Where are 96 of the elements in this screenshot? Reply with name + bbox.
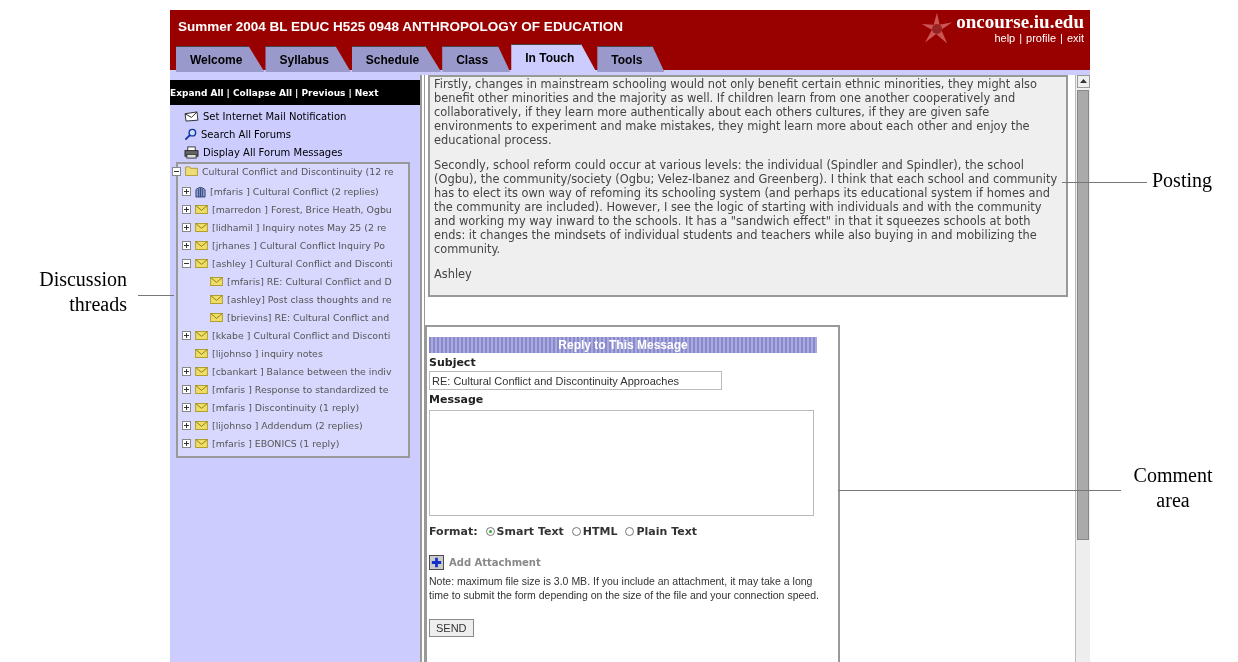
collapse-toggle[interactable]	[182, 258, 191, 268]
envelope-icon	[195, 438, 208, 448]
thread-item[interactable]: [mfaris] RE: Cultural Conflict and D	[227, 275, 392, 287]
posting-paragraph: Ashley	[434, 267, 473, 281]
forum-item[interactable]: Cultural Conflict and Discontinuity (12 re	[202, 165, 394, 177]
radio-label: HTML	[582, 525, 618, 538]
envelope-icon	[195, 240, 208, 250]
scroll-up-icon[interactable]	[1076, 75, 1090, 88]
tab[interactable]: Tools	[597, 46, 665, 72]
envelope-icon	[210, 276, 223, 286]
envelope-icon	[195, 258, 208, 268]
printer-icon	[184, 146, 199, 159]
course-title: Summer 2004 BL EDUC H525 0948 ANTHROPOLOGY OF EDUCATION	[178, 19, 624, 36]
link-separator: |	[1019, 32, 1023, 44]
form-header: Reply to This Message	[429, 337, 817, 353]
send-button[interactable]: SEND	[429, 619, 474, 637]
thread-item[interactable]: [marredon ] Forest, Brice Heath, Ogbu	[212, 203, 392, 215]
expand-toggle[interactable]	[182, 204, 191, 214]
link-separator: |	[226, 87, 230, 98]
callout-label: Comment area	[1132, 463, 1214, 513]
envelope-icon	[195, 348, 208, 358]
envelope-icon	[195, 204, 208, 214]
attachment-icon[interactable]	[429, 555, 444, 570]
thread-item[interactable]: [mfaris ] Response to standardized te	[212, 383, 389, 395]
sidebar-link[interactable]: Set Internet Mail Notification	[203, 111, 347, 122]
thread-item[interactable]: [ashley ] Cultural Conflict and Disconti	[212, 257, 393, 269]
posting-paragraph: Secondly, school reform could occur at various levels: the individual (Spindler and Spindler), the school (Ogbu), the community/society (Ogbu; Velez-Ibanez and Greenberg). I think that each school and community has to elect its own way of refoming its schooling system (and perhaps its educational system if homes and the community are included). However, I see the logic of starting with individuals and with the community and working my way inward to the schools. It has a "sandwich effect" in that it squeezes schools at both ends: it changes the mindsets of individual students and teachers while also buying in and mobilizing the community.	[434, 158, 1059, 256]
callout-label: Discussion threads	[38, 267, 127, 317]
envelope-icon	[195, 366, 208, 376]
tab[interactable]: Schedule	[351, 46, 442, 72]
header-link[interactable]: help	[994, 32, 1016, 44]
leader-line	[138, 295, 174, 296]
thread-item[interactable]: [jrhanes ] Cultural Conflict Inquiry Po	[212, 239, 385, 251]
sidebar-link[interactable]: Display All Forum Messages	[203, 147, 343, 158]
thread-item[interactable]: [mfaris ] Discontinuity (1 reply)	[212, 401, 360, 413]
thread-item[interactable]: [mfaris ] EBONICS (1 reply)	[212, 437, 340, 449]
message-field[interactable]	[429, 410, 814, 516]
envelope-icon	[210, 312, 223, 322]
expand-toggle[interactable]	[182, 366, 191, 376]
format-label: Format:	[429, 525, 478, 538]
nav-link[interactable]: Previous	[301, 87, 346, 98]
radio-label: Smart Text	[496, 525, 564, 538]
expand-toggle[interactable]	[182, 240, 191, 250]
header-link[interactable]: profile	[1026, 32, 1056, 44]
folder-icon	[185, 166, 198, 176]
callout-label: Posting	[1152, 168, 1213, 193]
envelope-icon	[210, 294, 223, 304]
message-label: Message	[429, 393, 484, 406]
tab[interactable]: In Touch	[511, 44, 597, 72]
thread-item[interactable]: [brievins] RE: Cultural Conflict and	[227, 311, 390, 323]
posting-paragraph: Firstly, changes in mainstream schooling would not only benefit certain ethnic minorities, they might also benefit other minorities and the majority as well. If children learn from one another cooperatively and collaboratively, if they learn more authentically about each others cultures, if they are given safe environments to experiment and make mistakes, they might learn more about each other and enjoy the educational process.	[434, 77, 1038, 147]
add-attachment-link[interactable]: Add Attachment	[449, 557, 541, 568]
expand-toggle[interactable]	[182, 420, 191, 430]
subject-label: Subject	[429, 356, 476, 369]
link-separator: |	[295, 87, 299, 98]
site-name: oncourse.iu.edu	[956, 12, 1084, 32]
expand-toggle[interactable]	[182, 186, 191, 196]
link-separator: |	[1060, 32, 1063, 44]
envelope-icon	[195, 402, 208, 412]
tab[interactable]: Class	[442, 46, 511, 72]
starburst-logo-icon	[920, 12, 955, 46]
thread-item[interactable]: [ashley] Post class thoughts and re	[227, 293, 392, 305]
thread-item[interactable]: [kkabe ] Cultural Conflict and Disconti	[212, 329, 391, 341]
link-separator: |	[348, 87, 352, 98]
expand-toggle[interactable]	[182, 222, 191, 232]
envelope-icon	[195, 420, 208, 430]
envelope-icon	[195, 222, 208, 232]
thread-item[interactable]: [mfaris ] Cultural Conflict (2 replies)	[210, 185, 379, 197]
expand-toggle[interactable]	[182, 438, 191, 448]
nav-link[interactable]: Expand All	[170, 87, 224, 98]
subject-field[interactable]: RE: Cultural Conflict and Discontinuity Approaches	[429, 371, 722, 390]
envelope-icon	[195, 330, 208, 340]
nav-link[interactable]: Next	[354, 87, 379, 98]
nav-link[interactable]: Collapse All	[232, 87, 293, 98]
expand-toggle[interactable]	[182, 402, 191, 412]
collapse-toggle[interactable]	[172, 166, 181, 176]
note-text: Note: maximum file size is 3.0 MB. If you include an attachment, it may take a long time to submit the form depending on the size of the file and your connection speed.	[429, 574, 820, 602]
tab[interactable]: Syllabus	[265, 46, 351, 72]
radio-button[interactable]	[571, 527, 581, 536]
expand-toggle[interactable]	[182, 330, 191, 340]
cage-icon	[195, 184, 206, 198]
radio-button[interactable]	[485, 527, 495, 536]
scrollbar[interactable]	[1075, 75, 1090, 662]
thread-item[interactable]: [cbankart ] Balance between the indiv	[212, 365, 392, 377]
thread-item[interactable]: [lidhamil ] Inquiry notes May 25 (2 re	[212, 221, 387, 233]
sidebar-link[interactable]: Search All Forums	[201, 129, 292, 140]
expand-toggle[interactable]	[182, 384, 191, 394]
radio-button[interactable]	[625, 527, 635, 536]
envelope-icon	[195, 384, 208, 394]
search-icon	[184, 128, 197, 141]
tab[interactable]: Welcome	[176, 46, 265, 72]
header-link[interactable]: exit	[1066, 32, 1084, 44]
thread-item[interactable]: [lijohnso ] Addendum (2 replies)	[212, 419, 363, 431]
envelope-icon	[184, 111, 199, 122]
thread-item[interactable]: [lijohnso ] inquiry notes	[212, 347, 323, 359]
radio-label: Plain Text	[636, 525, 697, 538]
